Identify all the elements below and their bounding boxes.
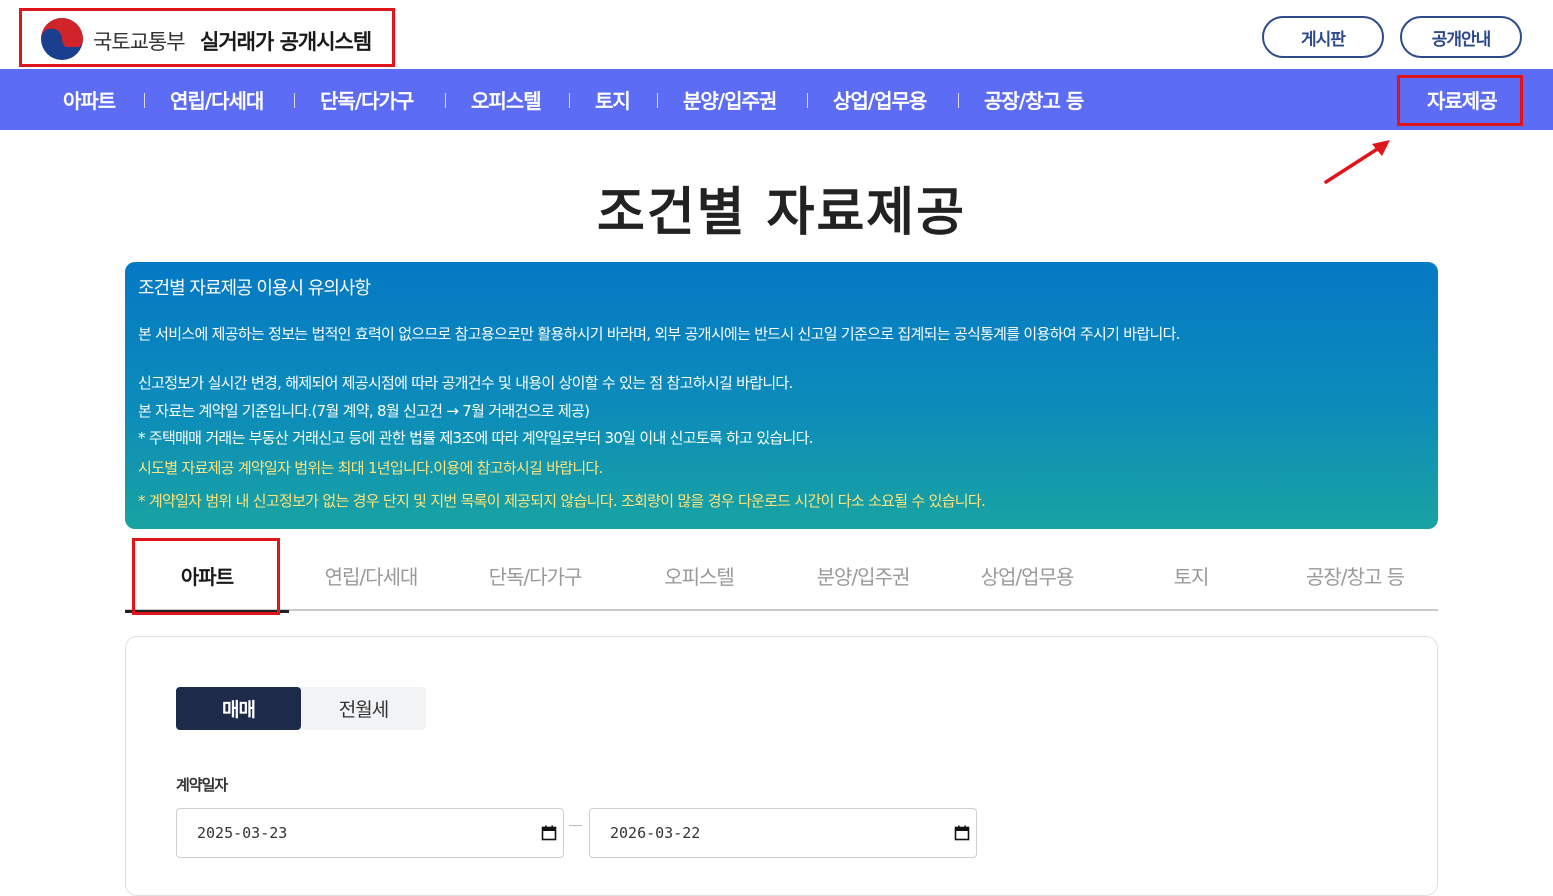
- tab-land[interactable]: 토지: [1109, 540, 1273, 611]
- calendar-icon[interactable]: [954, 825, 970, 841]
- nav-item-apartment[interactable]: 아파트: [63, 69, 116, 130]
- nav-divider: [144, 93, 145, 108]
- nav-item-multiplex[interactable]: 연립/다세대: [170, 69, 264, 130]
- notice-line: * 주택매매 거래는 부동산 거래신고 등에 관한 법률 제3조에 따라 계약일…: [138, 429, 814, 447]
- nav-divider: [294, 93, 295, 108]
- nav-divider: [569, 93, 570, 108]
- contract-end-date-input[interactable]: 2026-03-22: [589, 808, 977, 858]
- nav-divider: [807, 93, 808, 108]
- highlight-box: [132, 538, 280, 615]
- nav-item-detached[interactable]: 단독/다가구: [320, 69, 414, 130]
- nav-item-presale[interactable]: 분양/입주권: [683, 69, 777, 130]
- page-title: 조건별 자료제공: [597, 183, 966, 243]
- date-range-separator: [569, 825, 582, 826]
- tab-detached[interactable]: 단독/다가구: [453, 540, 617, 611]
- ministry-name: 국토교통부: [93, 30, 186, 54]
- tab-factory[interactable]: 공장/창고 등: [1273, 540, 1437, 611]
- date-value: 2026-03-22: [610, 824, 701, 842]
- nav-divider: [958, 93, 959, 108]
- notice-title: 조건별 자료제공 이용시 유의사항: [138, 278, 371, 299]
- disclosure-guide-button[interactable]: 공개안내: [1400, 16, 1522, 58]
- contract-date-label: 계약일자: [176, 776, 228, 794]
- notice-line: 본 서비스에 제공하는 정보는 법적인 효력이 없으므로 참고용으로만 활용하시…: [138, 325, 1180, 343]
- notice-line-highlight: 시도별 자료제공 계약일자 범위는 최대 1년입니다.이용에 참고하시길 바랍니…: [138, 459, 603, 477]
- nav-divider: [445, 93, 446, 108]
- notice-line-highlight: * 계약일자 범위 내 신고정보가 없는 경우 단지 및 지번 목록이 제공되지…: [138, 492, 986, 510]
- nav-divider: [657, 93, 658, 108]
- tab-commercial[interactable]: 상업/업무용: [945, 540, 1109, 611]
- trade-type-toggle: 매매 전월세: [176, 687, 426, 730]
- trade-type-sale-button[interactable]: 매매: [176, 687, 301, 730]
- notice-line: 본 자료는 계약일 기준입니다.(7월 계약, 8월 신고건 → 7월 거래건으…: [138, 402, 590, 420]
- board-button[interactable]: 게시판: [1262, 16, 1384, 58]
- trade-type-rent-button[interactable]: 전월세: [301, 687, 426, 730]
- date-value: 2025-03-23: [197, 824, 288, 842]
- nav-item-commercial[interactable]: 상업/업무용: [833, 69, 927, 130]
- tab-multiplex[interactable]: 연립/다세대: [289, 540, 453, 611]
- calendar-icon[interactable]: [541, 825, 557, 841]
- main-nav: 아파트 연립/다세대 단독/다가구 오피스텔 토지 분양/입주권 상업/업무용 …: [0, 69, 1553, 130]
- highlight-box: [1397, 75, 1523, 126]
- tab-presale[interactable]: 분양/입주권: [781, 540, 945, 611]
- usage-notice: 조건별 자료제공 이용시 유의사항 본 서비스에 제공하는 정보는 법적인 효력…: [125, 262, 1438, 529]
- nav-item-officetel[interactable]: 오피스텔: [471, 69, 542, 130]
- nav-item-factory[interactable]: 공장/창고 등: [984, 69, 1084, 130]
- site-header: 국토교통부 실거래가 공개시스템 게시판 공개안내: [0, 6, 1553, 68]
- nav-item-land[interactable]: 토지: [595, 69, 631, 130]
- government-emblem-icon: [41, 18, 83, 60]
- tab-officetel[interactable]: 오피스텔: [617, 540, 781, 611]
- site-logo[interactable]: 국토교통부 실거래가 공개시스템: [19, 8, 395, 67]
- system-name: 실거래가 공개시스템: [200, 30, 372, 54]
- property-type-tabs: 아파트 연립/다세대 단독/다가구 오피스텔 분양/입주권 상업/업무용 토지 …: [125, 540, 1438, 613]
- notice-line: 신고정보가 실시간 변경, 해제되어 제공시점에 따라 공개건수 및 내용이 상…: [138, 374, 793, 392]
- contract-start-date-input[interactable]: 2025-03-23: [176, 808, 564, 858]
